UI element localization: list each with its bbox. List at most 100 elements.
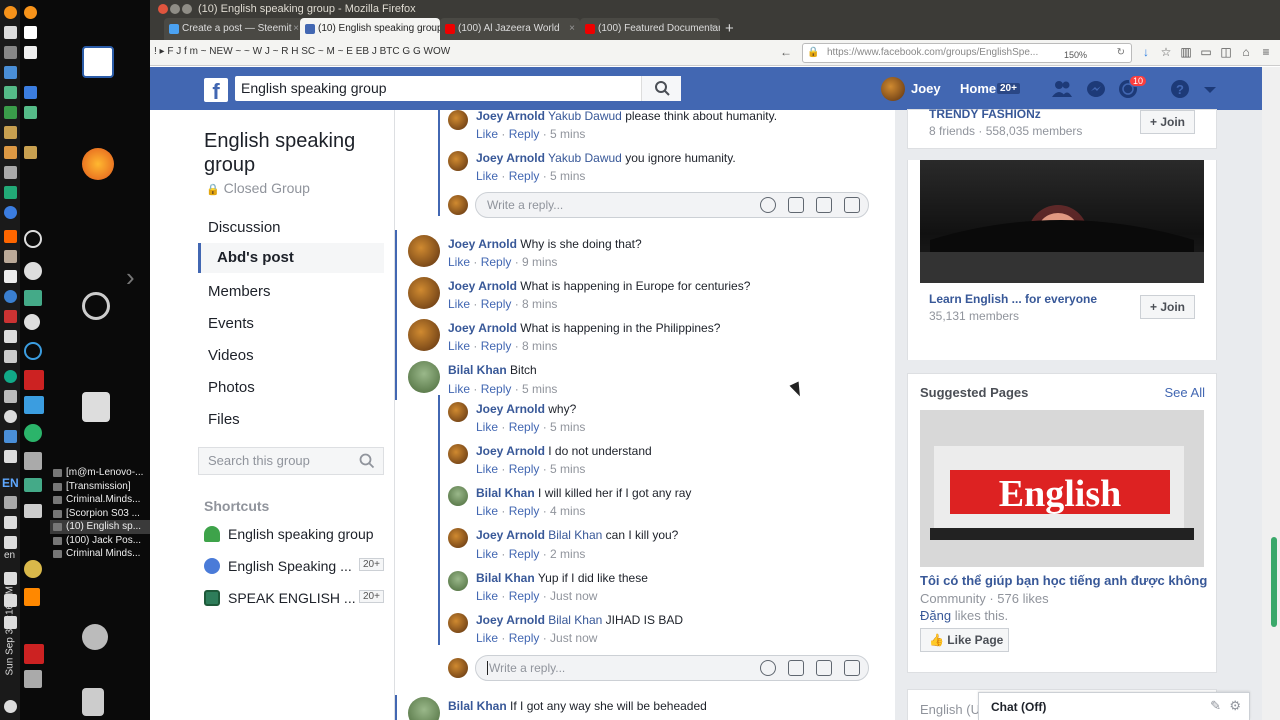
nav-discussion[interactable]: Discussion xyxy=(208,219,281,236)
app-icon[interactable] xyxy=(4,230,17,243)
reply-input[interactable]: Write a reply... xyxy=(475,192,869,218)
avatar[interactable] xyxy=(448,528,468,548)
reply-link[interactable]: Reply xyxy=(481,297,512,311)
like-link[interactable]: Like xyxy=(476,631,498,645)
chat-bar[interactable]: Chat (Off) ✎ ⚙ xyxy=(978,692,1250,720)
avatar[interactable] xyxy=(448,486,468,506)
tab-youtube-documentaries[interactable]: (100) Featured Documentaries× xyxy=(580,18,720,40)
avatar[interactable] xyxy=(408,697,440,720)
timestamp[interactable]: 5 mins xyxy=(550,462,585,476)
tab-youtube-aljazeera[interactable]: (100) Al Jazeera World × xyxy=(440,18,580,40)
window-item[interactable]: [Transmission] xyxy=(50,480,150,494)
bitcoin-icon[interactable] xyxy=(4,6,17,19)
user-icon[interactable] xyxy=(82,624,108,650)
app-icon[interactable] xyxy=(4,390,17,403)
chevron-right-icon[interactable]: › xyxy=(126,262,135,293)
shortcut-item[interactable]: English Speaking ... 20+ xyxy=(204,557,384,577)
chrome-icon[interactable] xyxy=(4,290,17,303)
author-link[interactable]: Joey Arnold xyxy=(476,110,545,123)
reply-link[interactable]: Reply xyxy=(509,631,540,645)
app-icon[interactable] xyxy=(4,186,17,199)
app-icon[interactable] xyxy=(24,26,37,39)
author-link[interactable]: Joey Arnold xyxy=(476,402,545,416)
nav-videos[interactable]: Videos xyxy=(208,347,254,364)
reply-link[interactable]: Reply xyxy=(509,127,540,141)
pocket-icon[interactable]: ◫ xyxy=(1220,46,1232,58)
window-item[interactable]: [Scorpion S03 ... xyxy=(50,507,150,521)
like-link[interactable]: Like xyxy=(476,420,498,434)
library-icon[interactable]: ▥ xyxy=(1180,46,1192,58)
bitcoin-icon[interactable] xyxy=(24,6,37,19)
wifi-icon[interactable] xyxy=(4,516,17,529)
app-icon[interactable] xyxy=(24,46,37,59)
app-icon[interactable] xyxy=(24,146,37,159)
author-link[interactable]: Joey Arnold xyxy=(448,237,517,251)
mention-link[interactable]: Yakub Dawud xyxy=(548,110,622,123)
app-icon[interactable] xyxy=(4,330,17,343)
menu-icon[interactable]: ≡ xyxy=(1260,46,1272,58)
camera-icon[interactable] xyxy=(788,660,804,676)
close-icon[interactable]: × xyxy=(429,18,435,40)
like-page-button[interactable]: 👍 Like Page xyxy=(920,628,1009,652)
app-icon[interactable] xyxy=(4,350,17,363)
timestamp[interactable]: 5 mins xyxy=(550,127,585,141)
zoom-level[interactable]: 150% xyxy=(1064,46,1087,64)
join-button[interactable]: + Join xyxy=(1140,110,1195,134)
like-link[interactable]: Like xyxy=(476,547,498,561)
power-icon[interactable] xyxy=(4,700,17,713)
tab-steemit[interactable]: Create a post — Steemit × xyxy=(164,18,304,40)
chromium-icon[interactable] xyxy=(24,230,42,248)
battery-icon[interactable] xyxy=(4,496,17,509)
timestamp[interactable]: 4 mins xyxy=(550,504,585,518)
nav-abds-post[interactable]: Abd's post xyxy=(198,243,384,273)
search-icon[interactable] xyxy=(359,453,375,469)
reply-link[interactable]: Reply xyxy=(509,504,540,518)
app-icon[interactable] xyxy=(4,206,17,219)
author-link[interactable]: Joey Arnold xyxy=(476,528,545,542)
bookmark-star-icon[interactable]: ☆ xyxy=(1160,46,1172,58)
sync-icon[interactable]: ▭ xyxy=(1200,46,1212,58)
emoji-icon[interactable] xyxy=(760,197,776,213)
see-all-link[interactable]: See All xyxy=(1165,385,1205,400)
user-icon[interactable] xyxy=(4,536,17,549)
avatar[interactable] xyxy=(448,571,468,591)
vlc-icon[interactable] xyxy=(24,588,40,606)
group-cover-image[interactable] xyxy=(920,160,1204,283)
coin-icon[interactable] xyxy=(24,560,42,578)
timestamp[interactable]: 5 mins xyxy=(550,420,585,434)
window-item[interactable]: Criminal.Minds... xyxy=(50,493,150,507)
document-icon[interactable] xyxy=(82,46,114,78)
reply-link[interactable]: Reply xyxy=(509,462,540,476)
emoji-icon[interactable] xyxy=(760,660,776,676)
search-button[interactable] xyxy=(641,76,681,101)
like-link[interactable]: Like xyxy=(476,127,498,141)
nav-members[interactable]: Members xyxy=(208,283,271,300)
avatar[interactable] xyxy=(408,235,440,267)
mention-link[interactable]: Bilal Khan xyxy=(548,613,602,627)
close-window-button[interactable] xyxy=(158,4,168,14)
like-link[interactable]: Like xyxy=(476,462,498,476)
nav-photos[interactable]: Photos xyxy=(208,379,255,396)
shortcut-item[interactable]: SPEAK ENGLISH ... 20+ xyxy=(204,589,384,609)
camera-icon[interactable] xyxy=(788,197,804,213)
maximize-window-button[interactable] xyxy=(182,4,192,14)
app-icon[interactable] xyxy=(24,504,42,518)
sticker-icon[interactable] xyxy=(844,660,860,676)
avatar[interactable] xyxy=(408,319,440,351)
url-bar[interactable]: 🔒 https://www.facebook.com/groups/Englis… xyxy=(802,43,1132,63)
like-link[interactable]: Like xyxy=(476,504,498,518)
like-link[interactable]: Like xyxy=(476,169,498,183)
eject-icon[interactable] xyxy=(4,26,17,39)
facebook-search-input[interactable]: English speaking group xyxy=(235,76,681,101)
app-icon[interactable] xyxy=(4,86,17,99)
app-icon[interactable] xyxy=(4,270,17,283)
avatar[interactable] xyxy=(448,613,468,633)
app-icon[interactable] xyxy=(4,430,17,443)
avatar[interactable] xyxy=(881,77,905,101)
reply-link[interactable]: Reply xyxy=(481,382,512,396)
avatar[interactable] xyxy=(448,444,468,464)
group-link[interactable]: Learn English ... for everyone xyxy=(929,292,1097,306)
reply-link[interactable]: Reply xyxy=(509,420,540,434)
app-icon[interactable] xyxy=(4,250,17,263)
timestamp[interactable]: Just now xyxy=(550,631,597,645)
